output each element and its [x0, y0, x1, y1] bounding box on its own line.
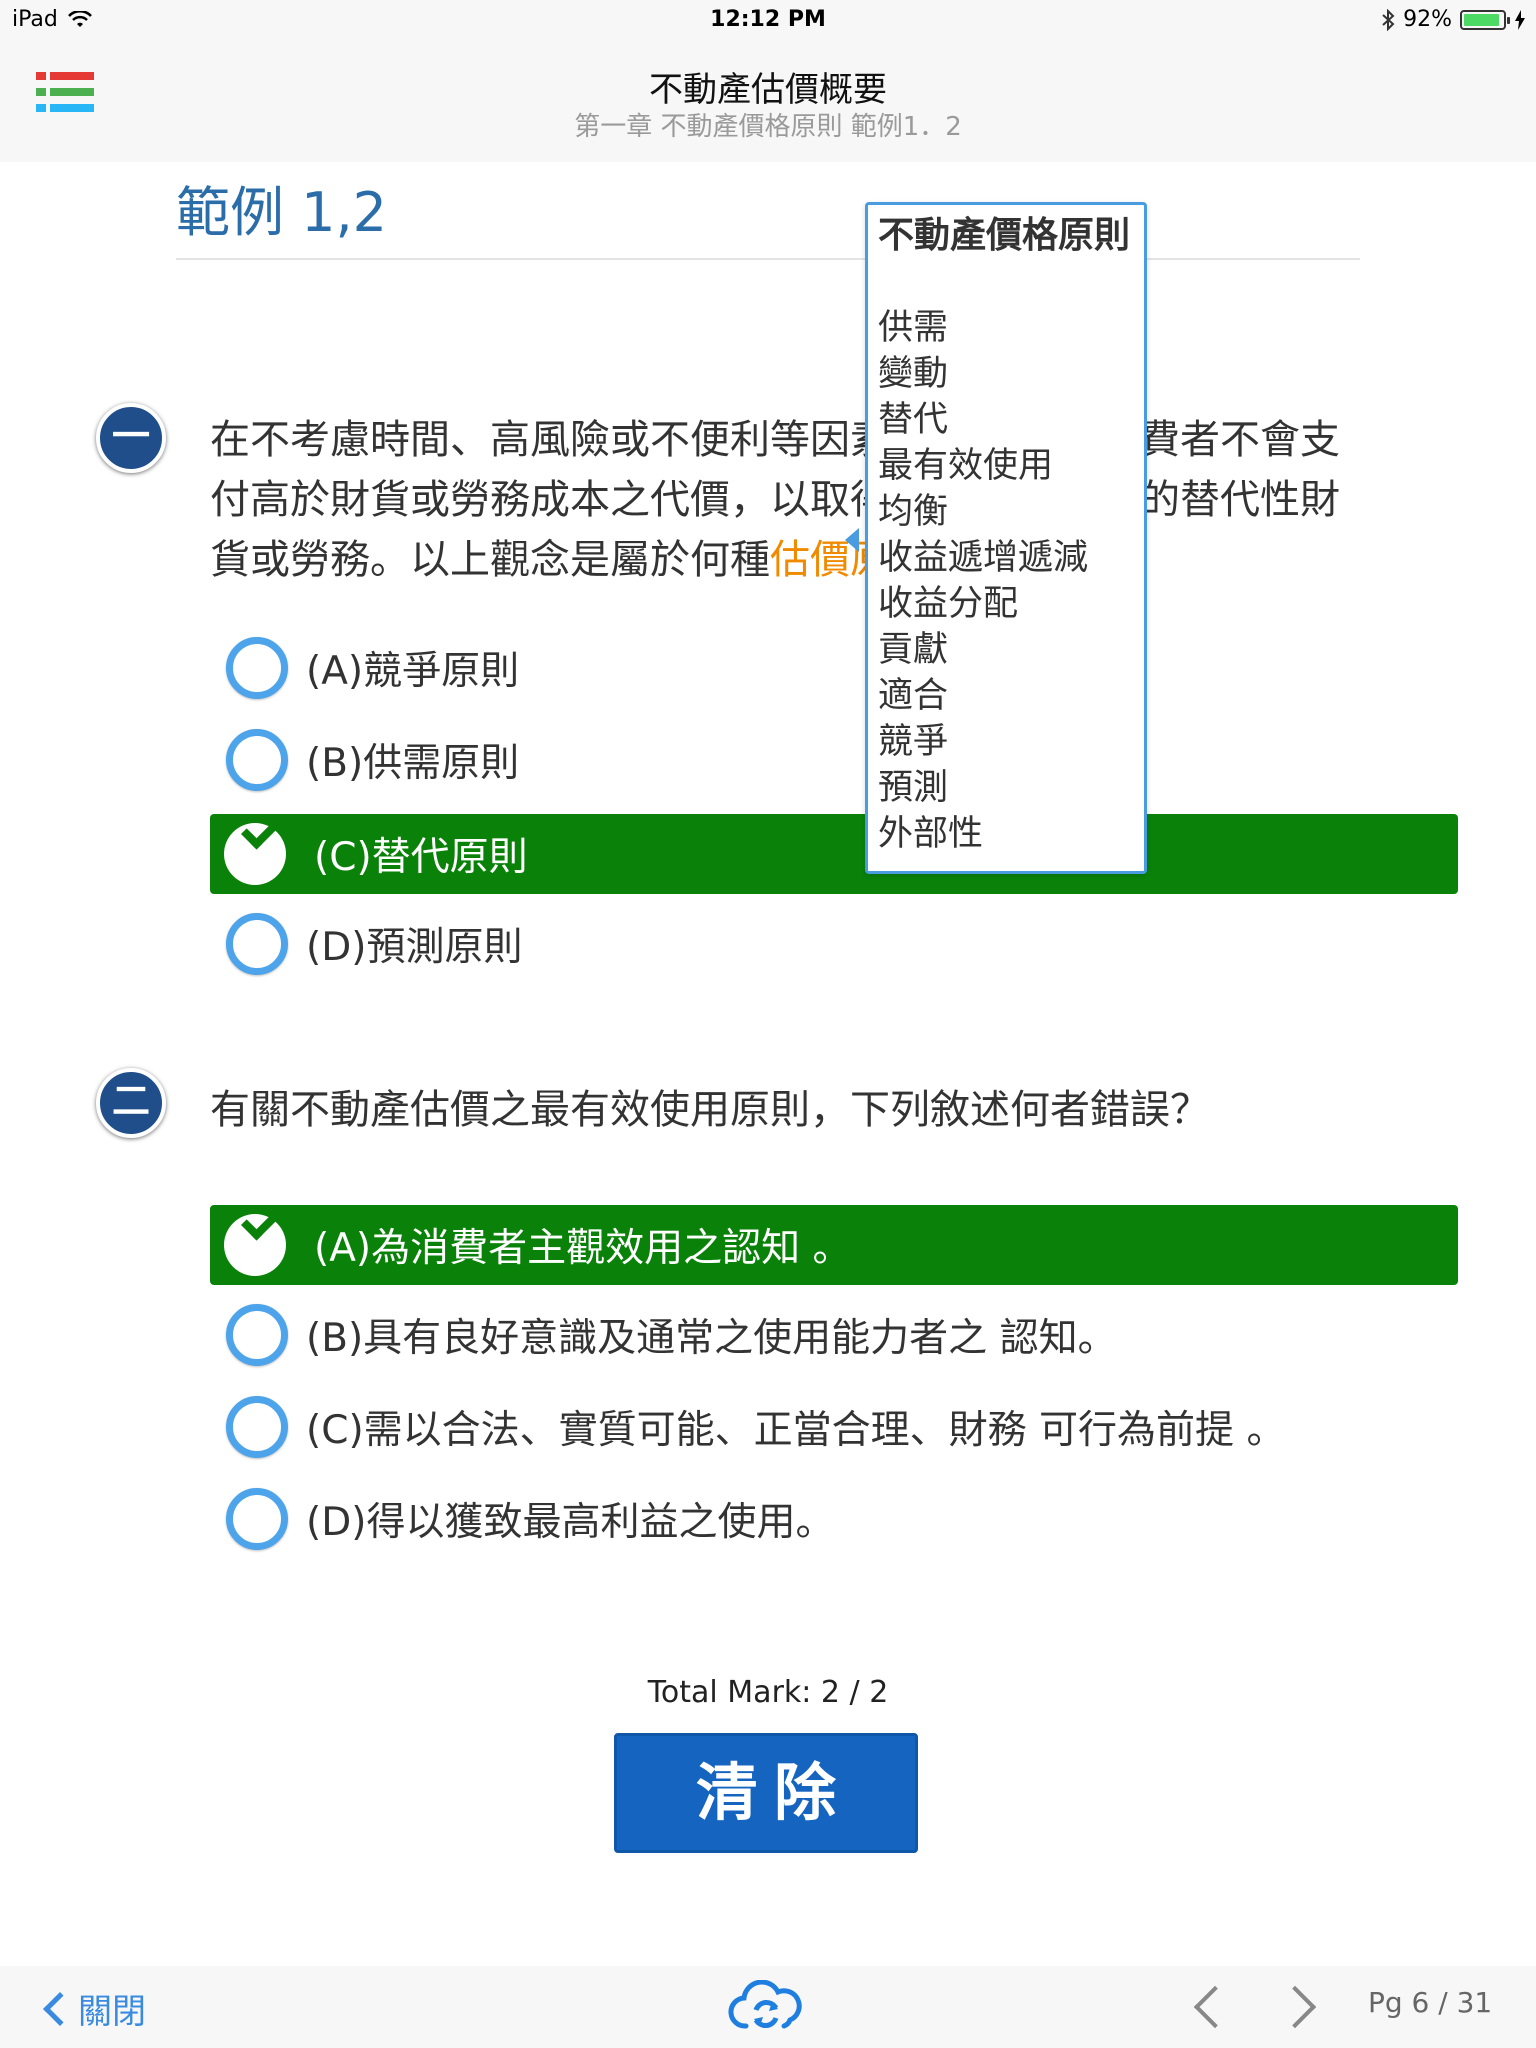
battery-icon: [1460, 9, 1510, 30]
bottom-toolbar: 關閉 Pg 6 / 31: [0, 1966, 1536, 2048]
popup-item[interactable]: 預測: [878, 765, 1134, 811]
nav-bar: 不動產估價概要 第一章 不動產價格原則 範例1．2: [0, 40, 1536, 162]
popup-item[interactable]: 競爭: [878, 719, 1134, 765]
check-icon: [224, 823, 286, 885]
question-number-1: 一: [96, 403, 166, 473]
clear-button[interactable]: 清除: [614, 1733, 918, 1853]
popup-item[interactable]: 均衡: [878, 489, 1134, 535]
page-title: 不動產估價概要: [649, 70, 887, 110]
bluetooth-icon: [1382, 8, 1395, 31]
popup-item[interactable]: 收益遞增遞減: [878, 535, 1134, 581]
popup-item[interactable]: 最有效使用: [878, 443, 1134, 489]
popup-item[interactable]: 外部性: [878, 811, 1134, 857]
option-label: (C)替代原則: [314, 835, 528, 880]
close-button[interactable]: 關閉: [40, 1984, 146, 2033]
cloud-sync-icon[interactable]: [728, 1980, 804, 2036]
option-label: (B)供需原則: [306, 741, 520, 786]
question-1-line-2: 付高於財貨或勞務成本之代價，以取得: [210, 477, 890, 523]
total-mark: Total Mark: 2 / 2: [647, 1675, 889, 1710]
option-label: (A)為消費者主觀效用之認知 。: [314, 1226, 852, 1271]
popup-item[interactable]: 變動: [878, 351, 1134, 397]
question-1-line-3-text: 貨或勞務。以上觀念是屬於何種: [210, 537, 770, 583]
popup-pointer: [845, 528, 859, 552]
next-page-icon[interactable]: [1273, 1985, 1317, 2029]
radio-icon[interactable]: [226, 637, 288, 699]
radio-icon[interactable]: [226, 1396, 288, 1458]
question-1-line-1-tail: 費者不會支: [1140, 417, 1340, 463]
question-1-line-2-tail: 的替代性財: [1140, 477, 1340, 523]
battery-percent: 92%: [1403, 7, 1452, 32]
radio-icon[interactable]: [226, 1488, 288, 1550]
page-indicator: Pg 6 / 31: [1368, 1986, 1493, 2019]
check-icon: [224, 1214, 286, 1276]
question-2-text: 有關不動產估價之最有效使用原則，下列敘述何者錯誤？: [210, 1087, 1210, 1133]
page-subtitle: 第一章 不動產價格原則 範例1．2: [574, 112, 962, 142]
charging-icon: [1515, 9, 1525, 30]
radio-icon[interactable]: [226, 913, 288, 975]
status-bar: iPad 12:12 PM 92%: [0, 0, 1536, 40]
popup-title: 不動產價格原則: [878, 215, 1131, 256]
popup-item[interactable]: 供需: [878, 305, 1134, 351]
option-label: (A)競爭原則: [306, 649, 520, 694]
q1-option-a[interactable]: (A)競爭原則: [210, 628, 1458, 708]
section-title: 範例 1,2: [176, 181, 388, 244]
popup-item[interactable]: 收益分配: [878, 581, 1134, 627]
status-time: 12:12 PM: [710, 7, 826, 32]
popup-item[interactable]: 貢獻: [878, 627, 1134, 673]
option-label: (C)需以合法、實質可能、正當合理、財務 可行為前提 。: [306, 1408, 1286, 1453]
q1-option-d[interactable]: (D)預測原則: [210, 904, 1458, 984]
chevron-left-icon: [43, 1991, 77, 2026]
q2-option-d[interactable]: (D)得以獲致最高利益之使用。: [210, 1479, 1458, 1559]
popup-item[interactable]: 替代: [878, 397, 1134, 443]
status-right: 92%: [1381, 7, 1526, 32]
q2-option-b[interactable]: (B)具有良好意識及通常之使用能力者之 認知。: [210, 1295, 1458, 1375]
option-label: (B)具有良好意識及通常之使用能力者之 認知。: [306, 1316, 1117, 1361]
question-1-line-1: 在不考慮時間、高風險或不便利等因素: [210, 417, 890, 463]
option-label: (D)得以獲致最高利益之使用。: [306, 1500, 835, 1545]
close-label: 關閉: [78, 1992, 146, 2032]
q2-option-c[interactable]: (C)需以合法、實質可能、正當合理、財務 可行為前提 。: [210, 1387, 1458, 1467]
question-number-2: 二: [96, 1068, 166, 1138]
popup-item[interactable]: 適合: [878, 673, 1134, 719]
q1-option-c[interactable]: (C)替代原則: [210, 814, 1458, 894]
question-1-line-3: 貨或勞務。以上觀念是屬於何種估價原: [210, 530, 890, 590]
section-divider: [176, 258, 1360, 260]
q2-option-a[interactable]: (A)為消費者主觀效用之認知 。: [210, 1205, 1458, 1285]
radio-icon[interactable]: [226, 729, 288, 791]
q1-option-b[interactable]: (B)供需原則: [210, 720, 1458, 800]
glossary-popup[interactable]: 不動產價格原則 供需 變動 替代 最有效使用 均衡 收益遞增遞減 收益分配 貢獻…: [865, 202, 1147, 874]
option-label: (D)預測原則: [306, 925, 523, 970]
radio-icon[interactable]: [226, 1304, 288, 1366]
previous-page-icon[interactable]: [1193, 1985, 1237, 2029]
